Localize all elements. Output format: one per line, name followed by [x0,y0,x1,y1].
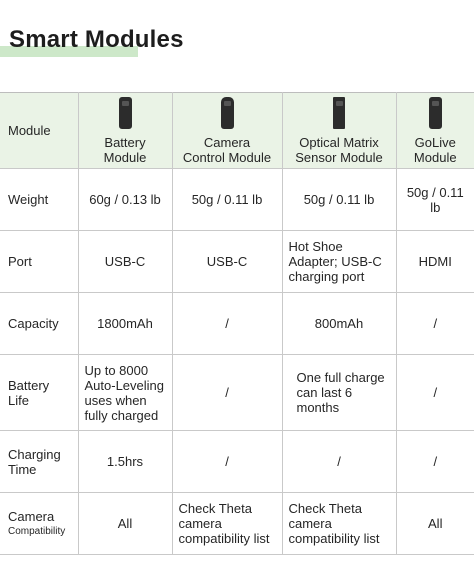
table-cell: USB-C [77,230,173,293]
header-battery-module: Battery Module [77,92,173,169]
table-cell: One full charge can last 6 months [281,354,397,431]
table-cell: / [171,292,283,355]
header-golive-module: GoLive Module [395,92,474,169]
table-cell: 50g / 0.11 lb [395,168,474,231]
header-optical-matrix-sensor-module: Optical Matrix Sensor Module [281,92,397,169]
table-row-weight: Weight 60g / 0.13 lb 50g / 0.11 lb 50g /… [0,168,474,231]
row-label-line: Life [8,392,29,408]
table-cell: 1.5hrs [77,430,173,493]
table-cell: / [395,354,474,431]
row-label: Battery Life [0,354,79,431]
table-row-battery-life: Battery Life Up to 8000 Auto-Leveling us… [0,354,474,431]
table-cell: / [281,430,397,493]
row-label-line: Battery [8,377,50,393]
module-name: Module [413,149,457,165]
table-cell: 50g / 0.11 lb [171,168,283,231]
module-name: Camera [203,134,251,150]
spec-table: Module Battery Module Camera Control Mod… [0,92,474,555]
header-label: Module [0,92,79,169]
golive-module-icon [428,96,442,129]
title-block: Smart Modules [0,18,474,68]
header-camera-control-module: Camera Control Module [171,92,283,169]
table-cell: / [171,430,283,493]
table-cell: 50g / 0.11 lb [281,168,397,231]
row-label-line: Compatibility [8,525,66,537]
row-label-line: Camera [8,508,55,524]
table-cell: Check Theta camera compatibility list [281,492,397,555]
module-name: Sensor Module [295,149,383,165]
table-cell: 800mAh [281,292,397,355]
table-row-port: Port USB-C USB-C Hot Shoe Adapter; USB-C… [0,230,474,293]
module-name: Battery [104,134,146,150]
table-cell: Up to 8000 Auto-Leveling uses when fully… [77,354,173,431]
row-label: Camera Compatibility [0,492,79,555]
table-row-charging-time: Charging Time 1.5hrs / / / [0,430,474,493]
table-cell: / [395,430,474,493]
module-name: Control Module [182,149,272,165]
table-cell: 1800mAh [77,292,173,355]
module-name: GoLive [414,134,456,150]
table-cell: All [77,492,173,555]
row-label: Port [0,230,79,293]
camera-control-module-icon [220,96,234,129]
row-label-line: Charging [8,446,61,462]
table-row-capacity: Capacity 1800mAh / 800mAh / [0,292,474,355]
table-cell: All [395,492,474,555]
table-cell: Hot Shoe Adapter; USB-C charging port [281,230,397,293]
table-row-camera-compatibility: Camera Compatibility All Check Theta cam… [0,492,474,555]
module-name: Module [103,149,147,165]
row-label: Charging Time [0,430,79,493]
row-label-line: Time [8,461,37,477]
module-name: Optical Matrix [299,134,379,150]
table-cell: / [171,354,283,431]
table-cell: / [395,292,474,355]
table-cell: HDMI [395,230,474,293]
table-cell: Check Theta camera compatibility list [171,492,283,555]
table-header-row: Module Battery Module Camera Control Mod… [0,92,474,169]
table-cell: 60g / 0.13 lb [77,168,173,231]
optical-matrix-sensor-module-icon [333,96,345,129]
row-label: Weight [0,168,79,231]
table-cell: USB-C [171,230,283,293]
battery-module-icon [118,96,132,129]
row-label: Capacity [0,292,79,355]
page-title: Smart Modules [9,26,184,53]
